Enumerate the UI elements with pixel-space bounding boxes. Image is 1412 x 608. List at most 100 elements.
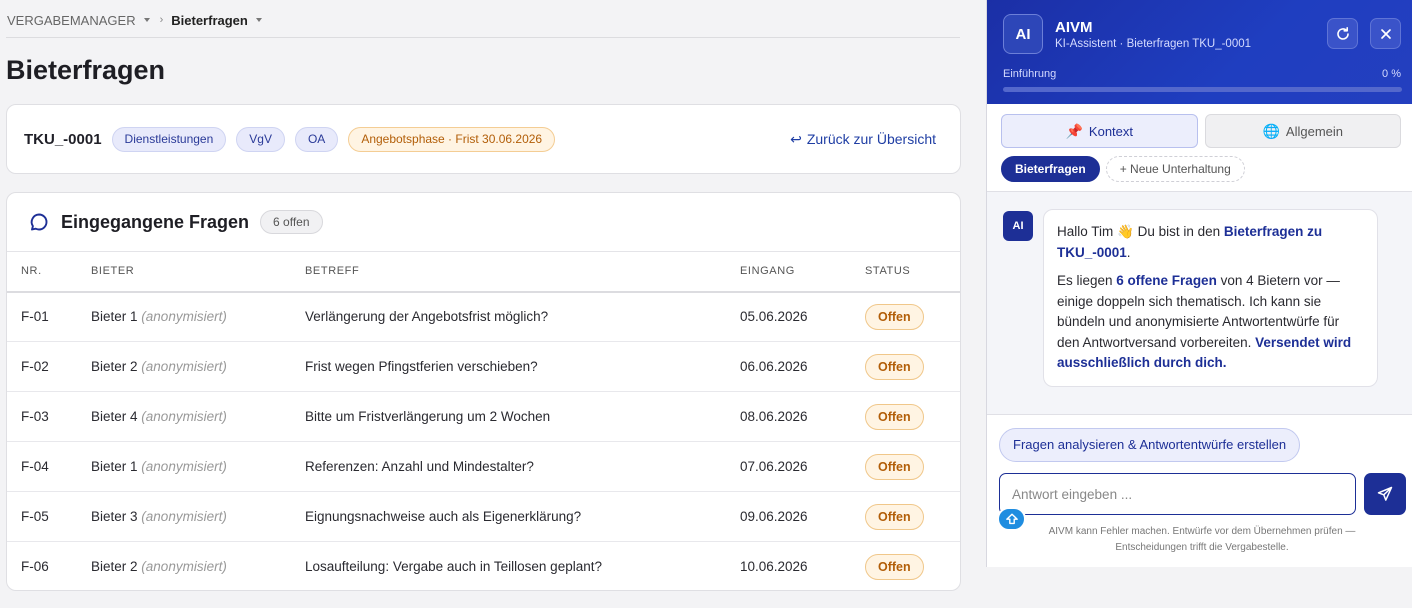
col-header-status[interactable]: STATUS <box>851 251 960 293</box>
tab-context[interactable]: 📌 Kontext <box>1001 114 1198 148</box>
assistant-tabs: 📌 Kontext 🌐 Allgemein <box>1001 114 1401 148</box>
cell-date: 08.06.2026 <box>726 391 851 442</box>
open-count-badge: 6 offen <box>260 210 323 234</box>
cell-bidder: Bieter 1 (anonymisiert) <box>77 291 291 342</box>
table-row[interactable]: F-01 Bieter 1 (anonymisiert) Verlängerun… <box>7 291 960 342</box>
message-avatar: AI <box>1003 211 1033 241</box>
col-header-nr[interactable]: NR. <box>7 251 77 293</box>
chat-bubble-icon <box>30 213 48 231</box>
cell-subject: Eignungsnachweise auch als Eigenerklärun… <box>291 491 726 542</box>
tab-general-label: Allgemein <box>1285 123 1344 139</box>
cell-status: Offen <box>851 491 960 542</box>
tab-general[interactable]: 🌐 Allgemein <box>1204 114 1401 148</box>
new-conversation-button[interactable]: + Neue Unterhaltung <box>1105 156 1245 182</box>
cell-date: 06.06.2026 <box>726 341 851 392</box>
pin-icon: 📌 <box>1065 122 1083 139</box>
col-header-date[interactable]: EINGANG <box>726 251 851 293</box>
cell-bidder: Bieter 3 (anonymisiert) <box>77 491 291 542</box>
divider <box>6 37 960 38</box>
close-icon <box>1380 28 1391 39</box>
col-header-bidder[interactable]: BIETER <box>77 251 291 293</box>
anonymized-note: (anonymisiert) <box>141 459 227 474</box>
assistant-subtitle: KI-Assistent · Bieterfragen TKU_-0001 <box>1055 38 1252 50</box>
status-badge: Offen <box>865 503 924 530</box>
return-arrow-icon: ↩ <box>790 130 802 147</box>
table-row[interactable]: F-05 Bieter 3 (anonymisiert) Eignungsnac… <box>7 491 960 542</box>
status-badge: Offen <box>865 453 924 480</box>
progress-bar <box>1003 87 1402 92</box>
bidder-name: Bieter 3 <box>91 509 138 524</box>
questions-title: Eingegangene Fragen <box>61 211 250 232</box>
bidder-name: Bieter 2 <box>91 559 138 575</box>
anonymized-note: (anonymisiert) <box>141 359 227 374</box>
send-button[interactable] <box>1364 473 1406 515</box>
bidder-name: Bieter 1 <box>91 309 138 325</box>
cell-nr: F-03 <box>7 391 77 442</box>
tender-card: TKU_-0001 Dienstleistungen VgV OA Angebo… <box>6 104 961 174</box>
bidder-name: Bieter 2 <box>91 359 138 374</box>
assistant-message: Hallo Tim 👋 Du bist in den Bieterfragen … <box>1043 209 1378 387</box>
questions-card: Eingegangene Fragen 6 offen NR. BIETER B… <box>6 192 961 591</box>
cell-status: Offen <box>851 391 960 442</box>
questions-table: NR. BIETER BETREFF EINGANG STATUS F-01 B… <box>7 251 960 591</box>
breadcrumb-current-label: Bieterfragen <box>171 12 248 28</box>
breadcrumb-separator-icon: › <box>159 14 164 26</box>
cell-subject: Bitte um Fristverlängerung um 2 Wochen <box>291 391 726 442</box>
breadcrumb-root[interactable]: VERGABEMANAGER <box>7 13 150 28</box>
page-title: Bieterfragen <box>6 55 166 85</box>
breadcrumb-root-label: VERGABEMANAGER <box>7 12 136 28</box>
anonymized-note: (anonymisiert) <box>141 559 227 575</box>
cell-subject: Verlängerung der Angebotsfrist möglich? <box>291 291 726 342</box>
table-header-row: NR. BIETER BETREFF EINGANG STATUS <box>7 251 960 293</box>
anonymized-note: (anonymisiert) <box>141 309 227 325</box>
conversation-bieterfragen[interactable]: Bieterfragen <box>1001 156 1100 182</box>
col-header-subject[interactable]: BETREFF <box>291 251 726 293</box>
cell-nr: F-06 <box>21 559 49 575</box>
message-highlight: 6 offene Fragen <box>1116 273 1217 288</box>
cell-status: Offen <box>851 291 960 342</box>
tag-chip: Dienstleistungen <box>111 126 227 152</box>
table-row[interactable]: F-02 Bieter 2 (anonymisiert) Frist wegen… <box>7 341 960 392</box>
refresh-button[interactable] <box>1327 18 1358 49</box>
table-row[interactable]: F-03 Bieter 4 (anonymisiert) Bitte um Fr… <box>7 391 960 442</box>
analyze-questions-button[interactable]: Fragen analysieren & Antwortentwürfe ers… <box>999 428 1301 462</box>
disclaimer-text: AIVM kann Fehler machen. Entwürfe vor de… <box>1048 526 1356 553</box>
assistant-panel: AI AIVM KI-Assistent · Bieterfragen TKU_… <box>986 0 1412 567</box>
breadcrumb-current[interactable]: Bieterfragen <box>171 13 262 28</box>
message-paragraph: Es liegen 6 offene Fragen von 4 Bietern … <box>1057 271 1364 374</box>
tab-context-label: Kontext <box>1088 123 1134 139</box>
breadcrumb: VERGABEMANAGER › Bieterfragen <box>7 11 262 29</box>
globe-icon: 🌐 <box>1262 122 1280 139</box>
reply-input[interactable] <box>999 473 1356 515</box>
chat-area[interactable]: AI Hallo Tim 👋 Du bist in den Bieterfrag… <box>987 192 1412 414</box>
table-row[interactable]: F-06 Bieter 2 (anonymisiert) Losaufteilu… <box>7 542 960 591</box>
send-icon <box>1377 486 1393 501</box>
status-badge: Offen <box>865 303 924 330</box>
cell-subject: Losaufteilung: Vergabe auch in Teillosen… <box>305 559 602 575</box>
cell-nr: F-01 <box>7 291 77 342</box>
main-content: VERGABEMANAGER › Bieterfragen Bieterfrag… <box>0 0 986 608</box>
table-row[interactable]: F-04 Bieter 1 (anonymisiert) Referenzen:… <box>7 441 960 492</box>
chevron-down-icon <box>255 18 262 22</box>
cell-bidder: Bieter 2 (anonymisiert) <box>77 542 291 591</box>
message-text: Es liegen <box>1057 273 1117 288</box>
assistant-name: AIVM <box>1055 19 1093 36</box>
divider <box>987 414 1412 415</box>
status-badge: Offen <box>865 403 924 430</box>
conversation-list: Bieterfragen + Neue Unterhaltung <box>1001 156 1245 182</box>
refresh-icon <box>1336 26 1349 40</box>
cell-status: Offen <box>851 542 960 591</box>
cell-date: 10.06.2026 <box>740 559 808 575</box>
back-link-label: Zurück zur Übersicht <box>806 131 936 147</box>
progress-label: Einführung <box>1003 68 1057 80</box>
message-paragraph: Hallo Tim 👋 Du bist in den Bieterfragen … <box>1057 222 1364 263</box>
message-text: . <box>1126 244 1131 260</box>
phase-badge: Angebotsphase · Frist 30.06.2026 <box>348 126 556 152</box>
questions-header: Eingegangene Fragen 6 offen <box>7 193 960 251</box>
back-to-overview-link[interactable]: ↩ Zurück zur Übersicht <box>790 131 936 148</box>
close-button[interactable] <box>1370 18 1401 49</box>
cell-bidder: Bieter 4 (anonymisiert) <box>77 391 291 442</box>
cell-status: Offen <box>851 441 960 492</box>
cell-date: 09.06.2026 <box>726 491 851 542</box>
cell-nr: F-05 <box>7 491 77 542</box>
